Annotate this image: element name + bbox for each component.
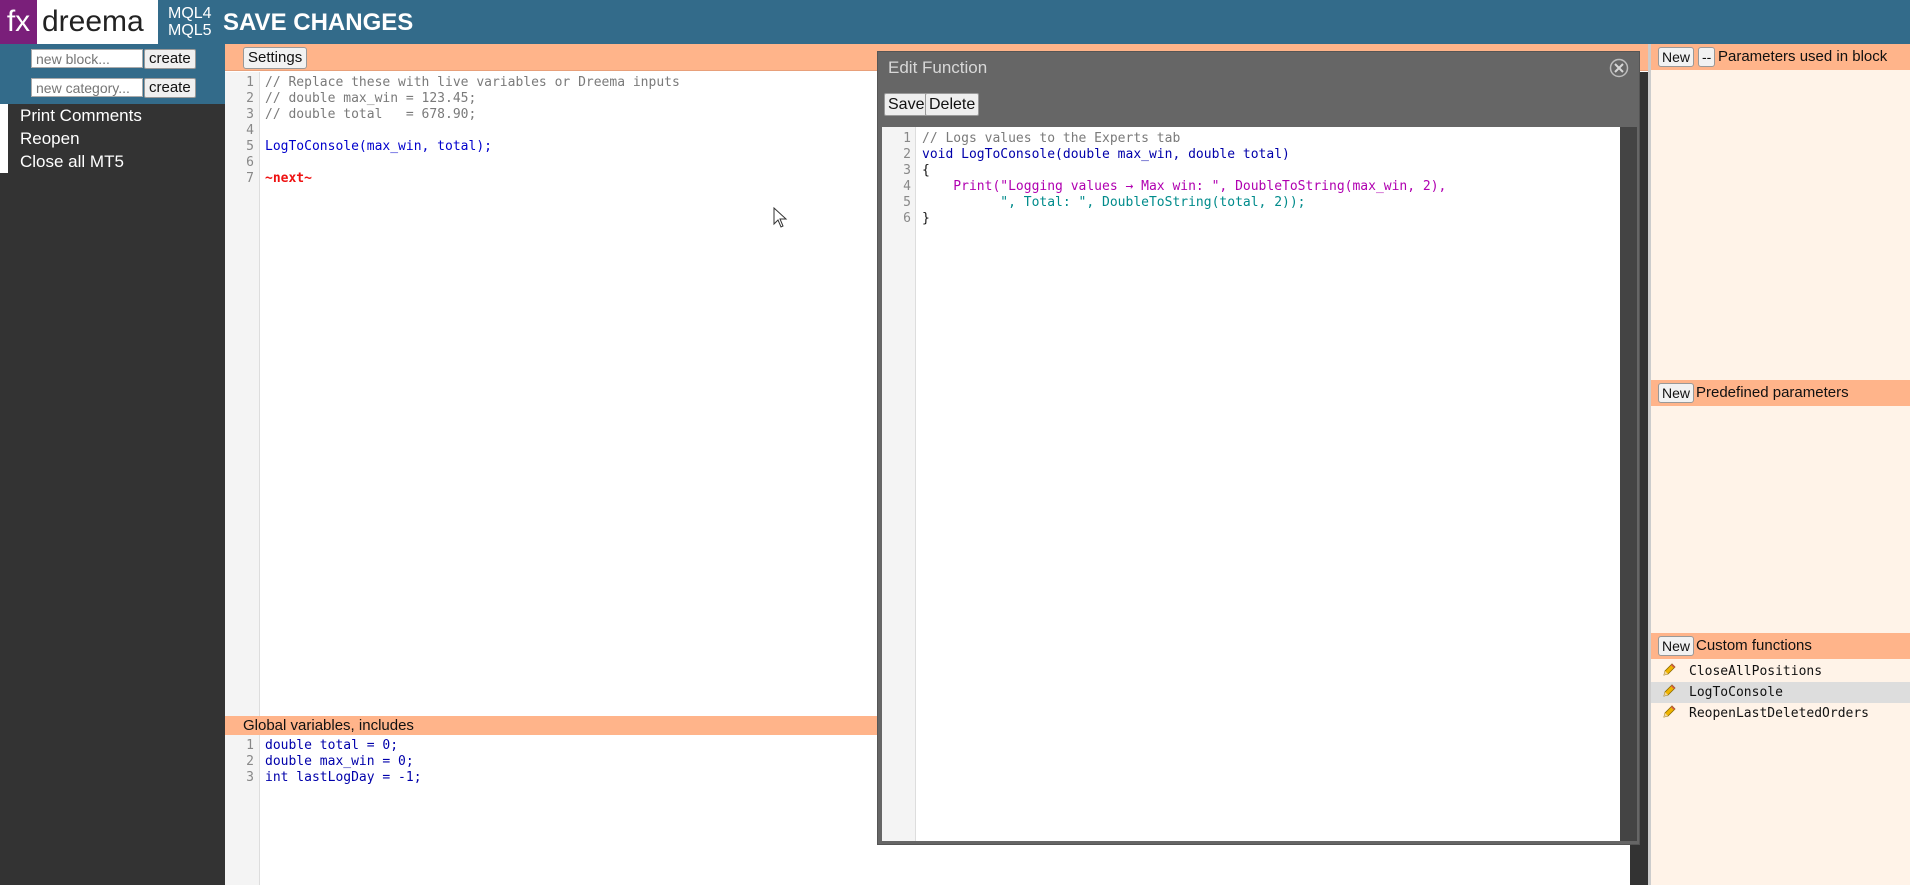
custom-function-name[interactable]: ReopenLastDeletedOrders — [1689, 703, 1869, 724]
custom-functions-header: New Custom functions — [1651, 633, 1910, 659]
code-line: // Logs values to the Experts tab — [922, 131, 1181, 146]
code-line: { — [922, 163, 930, 178]
line-number: 3 — [246, 770, 254, 785]
close-icon[interactable] — [1609, 58, 1629, 78]
remove-param-button[interactable]: -- — [1698, 47, 1716, 67]
line-number: 4 — [246, 123, 254, 138]
line-number: 1 — [246, 738, 254, 753]
save-function-button[interactable]: Save — [884, 93, 929, 116]
create-category-button[interactable]: create — [144, 78, 196, 98]
new-param-button[interactable]: New — [1658, 47, 1695, 67]
custom-functions-title: Custom functions — [1696, 637, 1812, 654]
block-item-reopen[interactable]: Reopen — [0, 127, 225, 150]
line-number: 2 — [246, 754, 254, 769]
code-line: } — [922, 211, 930, 226]
block-item-close-all-mt5[interactable]: Close all MT5 — [0, 150, 225, 173]
custom-function-name[interactable]: CloseAllPositions — [1689, 661, 1822, 682]
block-item-print-comments[interactable]: Print Comments — [0, 104, 225, 127]
code-line: int lastLogDay = -1; — [265, 770, 422, 785]
line-number: 3 — [903, 163, 911, 178]
predefined-title: Predefined parameters — [1696, 384, 1849, 401]
logo-fx: fx — [0, 0, 37, 44]
line-number: 3 — [246, 107, 254, 122]
code-line: ", Total: ", DoubleToString(total, 2)); — [922, 195, 1306, 210]
next-marker: ~next~ — [265, 171, 312, 186]
pencil-icon[interactable] — [1661, 704, 1677, 720]
code-line: double total = 0; — [265, 738, 399, 753]
dreema-logo[interactable]: fx dreema — [0, 0, 158, 44]
code-line: LogToConsole(max_win, total); — [265, 139, 492, 154]
new-predefined-button[interactable]: New — [1658, 383, 1695, 403]
pencil-icon[interactable] — [1661, 662, 1677, 678]
dialog-scrollbar[interactable] — [1620, 127, 1637, 841]
line-number: 4 — [903, 179, 911, 194]
save-changes-button[interactable]: SAVE CHANGES — [223, 0, 413, 44]
mql4-link[interactable]: MQL4 — [168, 5, 214, 22]
new-block-input[interactable] — [31, 49, 143, 68]
new-category-input[interactable] — [31, 78, 143, 97]
line-number: 2 — [246, 91, 254, 106]
globals-title: Global variables, includes — [243, 717, 414, 734]
line-number: 2 — [903, 147, 911, 162]
line-number: 1 — [903, 131, 911, 146]
custom-function-item[interactable]: ReopenLastDeletedOrders — [1651, 703, 1910, 724]
custom-function-item[interactable]: CloseAllPositions — [1651, 661, 1910, 682]
code-line: // double total = 678.90; — [265, 107, 477, 122]
line-number: 1 — [246, 75, 254, 90]
new-function-button[interactable]: New — [1658, 636, 1695, 656]
right-panel: New -- Parameters used in block New Pred… — [1648, 44, 1910, 885]
predefined-header: New Predefined parameters — [1651, 380, 1910, 406]
sidebar: create create Print Comments Reopen Clos… — [0, 44, 225, 885]
logo-name: dreema — [42, 5, 144, 38]
line-number: 5 — [246, 139, 254, 154]
line-number: 6 — [246, 155, 254, 170]
function-code-editor[interactable]: 1 2 3 4 5 6 // Logs values to the Expert… — [882, 127, 1620, 841]
dialog-title: Edit Function — [888, 58, 988, 77]
create-block-button[interactable]: create — [144, 49, 196, 69]
mql5-link[interactable]: MQL5 — [168, 22, 214, 39]
sidebar-create-form: create create — [0, 44, 225, 104]
code-line: void LogToConsole(double max_win, double… — [922, 147, 1290, 162]
settings-button[interactable]: Settings — [243, 47, 308, 69]
line-gutter — [882, 127, 916, 841]
line-number: 6 — [903, 211, 911, 226]
code-line: Print("Logging values → Max win: ", Doub… — [922, 179, 1447, 194]
code-line: // Replace these with live variables or … — [265, 75, 680, 90]
block-list: Print Comments Reopen Close all MT5 — [0, 104, 225, 173]
line-number: 5 — [903, 195, 911, 210]
line-number: 7 — [246, 171, 254, 186]
code-line: // double max_win = 123.45; — [265, 91, 477, 106]
params-header: New -- Parameters used in block — [1651, 44, 1910, 70]
params-title: Parameters used in block — [1718, 48, 1888, 65]
custom-function-name[interactable]: LogToConsole — [1689, 682, 1783, 703]
pencil-icon[interactable] — [1661, 683, 1677, 699]
custom-function-item-selected[interactable]: LogToConsole — [1651, 682, 1910, 703]
edit-function-dialog: Edit Function Save Delete 1 2 3 4 5 6 //… — [877, 51, 1640, 845]
mouse-cursor-icon — [773, 207, 788, 228]
delete-function-button[interactable]: Delete — [925, 93, 980, 116]
mql-version-switch[interactable]: MQL4 MQL5 — [168, 5, 214, 39]
code-line: double max_win = 0; — [265, 754, 414, 769]
